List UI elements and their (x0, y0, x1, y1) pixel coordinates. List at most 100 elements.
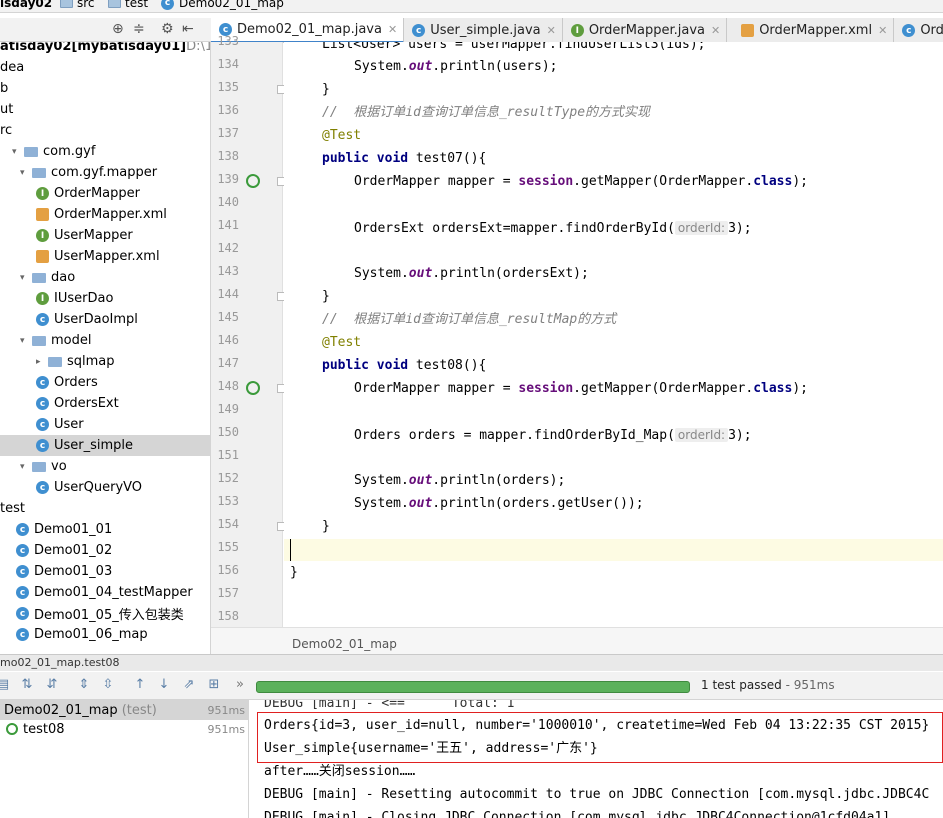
tab-orders[interactable]: cOrders.java (894, 18, 943, 42)
import-icon[interactable]: ⊞ (207, 678, 221, 692)
nav-project[interactable]: isday02 (0, 0, 52, 10)
class-icon: c (36, 313, 49, 326)
package-icon (32, 272, 46, 283)
gear-icon[interactable]: ⚙ (161, 21, 174, 37)
next-icon[interactable]: ↓ (157, 678, 171, 692)
tree-item[interactable]: c User_simple (0, 435, 210, 456)
chevron-down-icon[interactable]: ▾ (20, 462, 32, 472)
tree-item-label: UserMapper (54, 228, 133, 243)
test-status: 1 test passed - 951ms (701, 678, 835, 692)
tab-order-mapper-xml[interactable]: OrderMapper.xml ✕ (727, 18, 895, 42)
xml-file-icon (741, 24, 755, 37)
tree-item[interactable]: I OrderMapper (0, 183, 210, 204)
tree-item[interactable]: c Demo01_02 (0, 540, 210, 561)
expand-all-icon[interactable]: ⇕ (77, 678, 91, 692)
tab-order-mapper[interactable]: I OrderMapper.java ✕ (563, 18, 728, 42)
tree-item[interactable]: UserMapper.xml (0, 246, 210, 267)
package-icon (48, 356, 62, 367)
tree-item[interactable]: ▾ com.gyf (0, 141, 210, 162)
tree-item[interactable]: rc (0, 120, 210, 141)
sort-duration-icon[interactable]: ⇵ (45, 678, 59, 692)
console-line: User_simple{username='王五', address='广东'} (264, 741, 598, 756)
code-line: } (322, 519, 330, 534)
chevron-down-icon[interactable]: ▾ (20, 273, 32, 283)
tree-item[interactable]: ▾ com.gyf.mapper (0, 162, 210, 183)
test-case-row[interactable]: test08 951ms (0, 719, 249, 739)
tree-item[interactable]: ▾ model (0, 330, 210, 351)
previous-icon[interactable]: ↑ (133, 678, 147, 692)
console-output[interactable]: DEBUG [main] - <== Total: 1 Orders{id=3,… (249, 700, 943, 818)
close-icon[interactable]: ✕ (878, 24, 887, 37)
tree-item-label: atisday02 (0, 42, 72, 54)
nav-src[interactable]: src (60, 0, 95, 10)
tree-item[interactable]: atisday02 [mybatisday01] D:\1_2_ID (0, 42, 210, 57)
class-icon: c (16, 544, 29, 557)
chevron-down-icon[interactable]: ▾ (20, 168, 32, 178)
parameter-hint: orderId: (674, 221, 729, 235)
nav-file[interactable]: c Demo02_01_map (161, 0, 284, 10)
close-icon[interactable]: ✕ (388, 23, 397, 36)
tree-item-label: UserMapper.xml (54, 249, 160, 264)
tree-item[interactable]: c Demo01_04_testMapper (0, 582, 210, 603)
tab-demo02-01-map[interactable]: c Demo02_01_map.java ✕ (211, 18, 405, 42)
console-line: DEBUG [main] - Resetting autocommit to t… (264, 787, 930, 802)
code-line: OrdersExt ordersExt=mapper.findOrderById… (354, 221, 752, 236)
tree-item[interactable]: I UserMapper (0, 225, 210, 246)
chevron-down-icon[interactable]: ▾ (12, 147, 24, 157)
test-progress-bar (256, 681, 690, 693)
tree-item[interactable]: c Orders (0, 372, 210, 393)
code-editor[interactable]: List<User> users = userMapper.findUserLi… (284, 42, 943, 627)
tree-item[interactable]: c Demo01_01 (0, 519, 210, 540)
close-icon[interactable]: ✕ (547, 24, 556, 37)
crosshair-icon[interactable]: ⊕ (112, 21, 124, 37)
tree-item[interactable]: test (0, 498, 210, 519)
hide-icon[interactable]: ⇤ (182, 21, 194, 37)
tree-item[interactable]: I IUserDao (0, 288, 210, 309)
class-icon: c (36, 397, 49, 410)
tree-item-label: UserDaoImpl (54, 312, 138, 327)
tree-item[interactable]: c OrdersExt (0, 393, 210, 414)
close-icon[interactable]: ✕ (711, 24, 720, 37)
chevron-down-icon[interactable]: ▾ (20, 336, 32, 346)
annotation-line: @Test (322, 128, 362, 143)
tree-item[interactable]: ▾ vo (0, 456, 210, 477)
run-test-icon[interactable] (246, 174, 260, 188)
tree-item[interactable]: ▾ dao (0, 267, 210, 288)
parameter-hint: orderId: (674, 428, 729, 442)
tree-item-label: model (51, 333, 92, 348)
tree-item[interactable]: OrderMapper.xml (0, 204, 210, 225)
more-icon[interactable]: » (233, 678, 247, 692)
class-icon: c (902, 24, 916, 37)
tree-item[interactable]: b (0, 78, 210, 99)
rerun-icon[interactable]: ▤ (0, 678, 10, 692)
line-number: 147 (217, 356, 239, 370)
sort-alpha-icon[interactable]: ⇅ (20, 678, 34, 692)
export-icon[interactable]: ⇗ (182, 678, 196, 692)
class-icon: c (36, 376, 49, 389)
tab-user-simple[interactable]: c User_simple.java ✕ (404, 18, 563, 42)
collapse-icon[interactable]: ≑ (133, 21, 145, 37)
test-suite-row[interactable]: Demo02_01_map (test) 951ms (0, 700, 249, 720)
interface-icon: I (36, 187, 49, 200)
editor-breadcrumb[interactable]: Demo02_01_map (211, 627, 943, 654)
code-line: } (290, 565, 298, 580)
run-test-icon[interactable] (246, 381, 260, 395)
tree-item[interactable]: c UserDaoImpl (0, 309, 210, 330)
tree-item[interactable]: c Demo01_06_map (0, 624, 210, 645)
tree-item[interactable]: ut (0, 99, 210, 120)
tree-item[interactable]: c User (0, 414, 210, 435)
code-line: } (322, 82, 330, 97)
console-line: after……关闭session…… (264, 764, 416, 779)
nav-test[interactable]: test (108, 0, 148, 10)
collapse-all-icon[interactable]: ⇳ (101, 678, 115, 692)
tree-item[interactable]: dea (0, 57, 210, 78)
tree-item[interactable]: c Demo01_05_传入包装类 (0, 603, 210, 624)
tree-item[interactable]: c Demo01_03 (0, 561, 210, 582)
tree-item-label: IUserDao (54, 291, 114, 306)
tree-item[interactable]: ▸ sqlmap (0, 351, 210, 372)
line-number: 153 (217, 494, 239, 508)
tree-item[interactable]: c UserQueryVO (0, 477, 210, 498)
chevron-right-icon[interactable]: ▸ (36, 357, 48, 367)
class-icon: c (16, 523, 29, 536)
code-line: Orders orders = mapper.findOrderById_Map… (354, 428, 752, 443)
